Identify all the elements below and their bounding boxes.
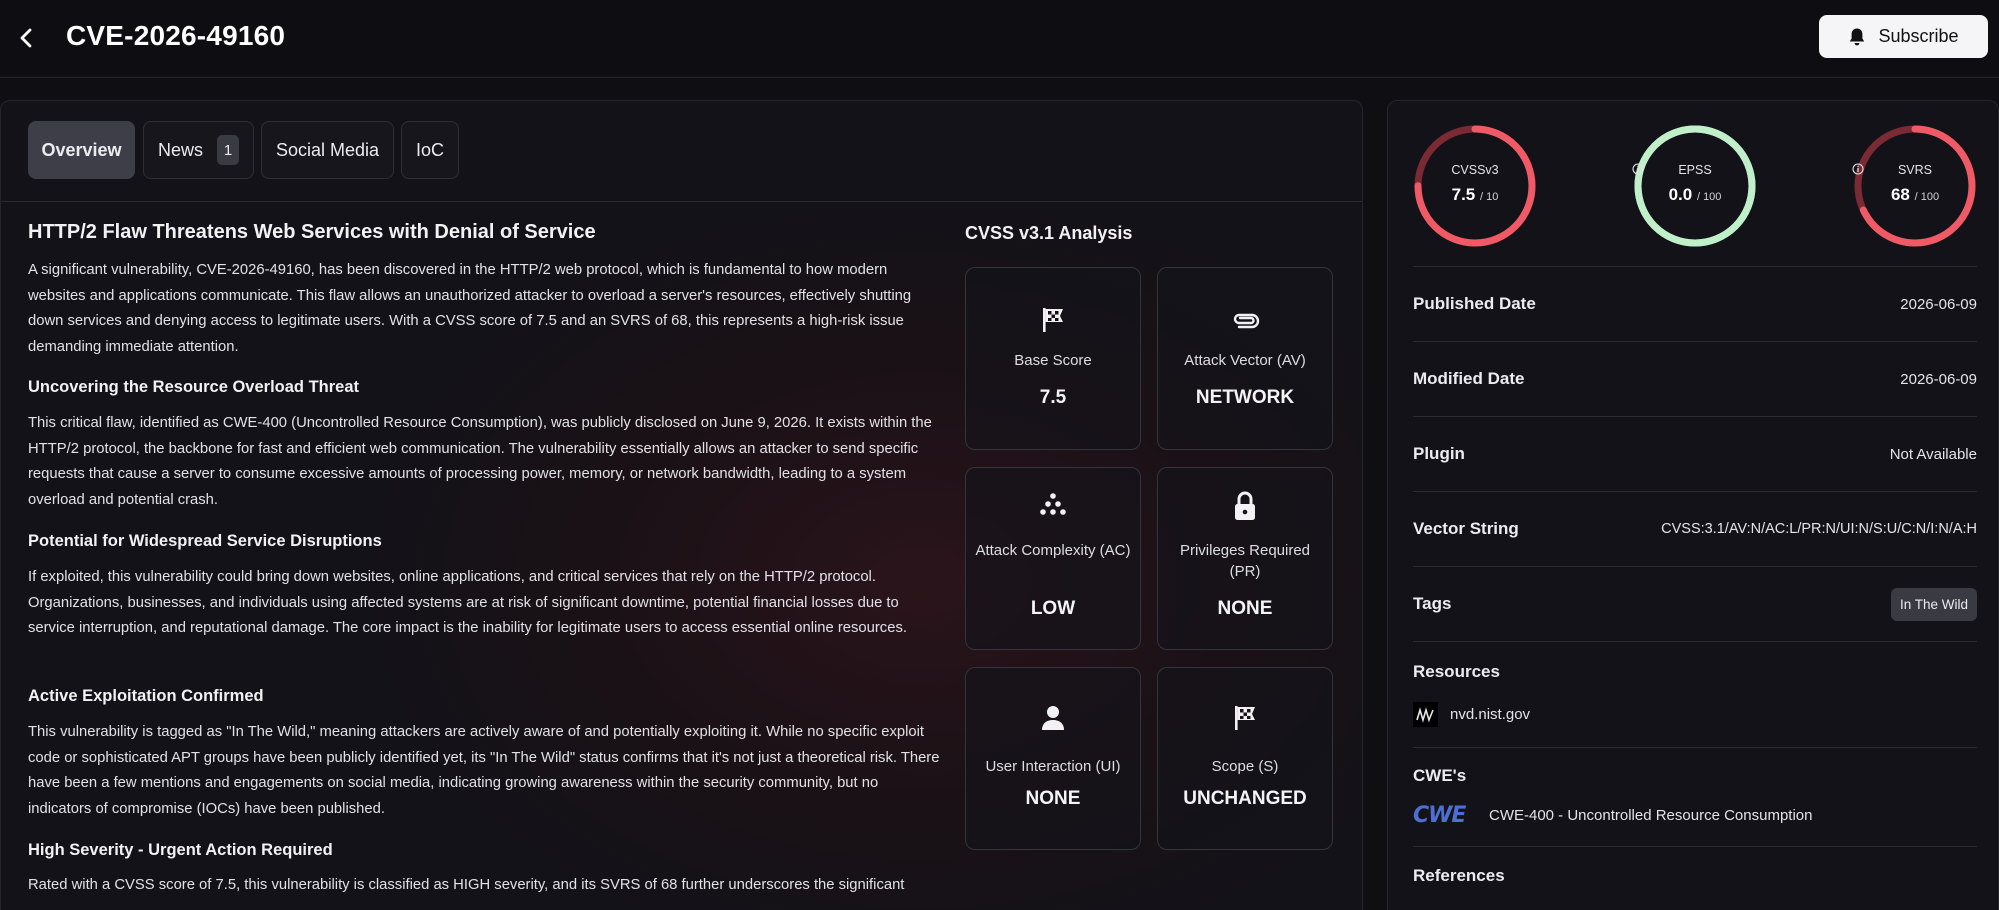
- details-panel: CVSSv3 7.5 / 10 EPSS 0.0 / 100 SVRS 68 /…: [1387, 100, 1999, 910]
- chevron-left-icon[interactable]: [16, 26, 38, 50]
- divider: [1413, 747, 1977, 748]
- modified-date-label: Modified Date: [1413, 369, 1525, 388]
- section-body: This critical flaw, identified as CWE-40…: [28, 415, 932, 508]
- metric-label: Scope (S): [1211, 758, 1279, 775]
- tab-social-media[interactable]: Social Media: [261, 121, 394, 179]
- metric-value: LOW: [1030, 598, 1076, 619]
- tab-news[interactable]: News 1: [143, 121, 254, 179]
- subscribe-label: Subscribe: [1878, 26, 1959, 46]
- info-icon[interactable]: [1852, 163, 1864, 175]
- checkered-flag-icon: [1043, 308, 1063, 332]
- metric-label: Privileges Required (PR): [1179, 542, 1311, 580]
- gauge-max: / 10: [1480, 191, 1499, 203]
- gauge-name: EPSS: [1678, 163, 1712, 177]
- gauge-value: 7.5: [1451, 185, 1476, 204]
- section-body: If exploited, this vulnerability could b…: [28, 569, 907, 636]
- modified-date-row: Modified Date 2026-06-09: [1413, 341, 1977, 416]
- section-body: This vulnerability is tagged as "In The …: [28, 724, 940, 817]
- section-heading: High Severity - Urgent Action Required: [28, 841, 333, 859]
- gauge-value: 68: [1890, 185, 1910, 204]
- metric-attack-vector: Attack Vector (AV) NETWORK: [1157, 267, 1333, 450]
- cvss-analysis-title: CVSS v3.1 Analysis: [965, 223, 1133, 243]
- dots-triangle-icon: [1040, 493, 1066, 515]
- metric-base-score: Base Score 7.5: [965, 267, 1141, 450]
- bell-icon: [1850, 28, 1865, 45]
- cwe-item[interactable]: CWE CWE-400 - Uncontrolled Resource Cons…: [1413, 803, 1812, 828]
- divider: [1413, 846, 1977, 847]
- info-icon[interactable]: [1632, 163, 1644, 175]
- tags-row: Tags In The Wild: [1413, 566, 1977, 641]
- section-heading: Potential for Widespread Service Disrupt…: [28, 532, 382, 550]
- epss-score-gauge: EPSS 0.0 / 100: [1632, 123, 1758, 249]
- published-date-row: Published Date 2026-06-09: [1413, 266, 1977, 341]
- tab-overview[interactable]: Overview: [28, 121, 135, 179]
- resources-label: Resources: [1413, 662, 1500, 681]
- metric-value: 7.5: [1039, 387, 1067, 408]
- divider: [1413, 641, 1977, 642]
- cwe-logo: CWE: [1413, 803, 1466, 828]
- section-heading: Active Exploitation Confirmed: [28, 687, 264, 705]
- gauge-name: CVSSv3: [1451, 163, 1499, 177]
- article-title: HTTP/2 Flaw Threatens Web Services with …: [28, 221, 596, 243]
- cwes-label: CWE's: [1413, 766, 1467, 785]
- vector-string-row: Vector String CVSS:3.1/AV:N/AC:L/PR:N/UI…: [1413, 491, 1977, 566]
- paperclip-icon: [1233, 313, 1260, 329]
- plugin-value: Not Available: [1889, 445, 1977, 463]
- resource-text: nvd.nist.gov: [1450, 706, 1531, 723]
- lock-icon: [1235, 491, 1255, 520]
- gauge-max: / 100: [1696, 191, 1722, 203]
- tab-label: IoC: [415, 139, 444, 160]
- published-date-label: Published Date: [1413, 294, 1536, 313]
- resource-link[interactable]: nvd.nist.gov: [1413, 702, 1530, 727]
- tab-label: Overview: [41, 139, 122, 160]
- metric-label: User Interaction (UI): [985, 758, 1121, 775]
- metric-value: NONE: [1025, 788, 1081, 809]
- section-body: Rated with a CVSS score of 7.5, this vul…: [28, 877, 905, 893]
- gauge-max: / 100: [1914, 191, 1940, 203]
- page-title: CVE-2026-49160: [66, 20, 286, 51]
- news-count-badge: 1: [217, 135, 239, 165]
- tab-label: News: [157, 139, 203, 160]
- published-date-value: 2026-06-09: [1900, 295, 1977, 313]
- metric-privileges-required: Privileges Required (PR) NONE: [1157, 467, 1333, 650]
- metric-label: Base Score: [1014, 352, 1092, 369]
- tab-ioc[interactable]: IoC: [401, 121, 459, 179]
- metric-scope: Scope (S) UNCHANGED: [1157, 667, 1333, 850]
- gauge-value: 0.0: [1668, 185, 1693, 204]
- subscribe-button[interactable]: Subscribe: [1819, 15, 1988, 58]
- gauge-name: SVRS: [1897, 163, 1933, 177]
- cwe-text: CWE-400 - Uncontrolled Resource Consumpt…: [1489, 807, 1813, 824]
- metric-value: NETWORK: [1195, 387, 1295, 408]
- tag-in-the-wild[interactable]: In The Wild: [1890, 587, 1977, 621]
- metric-label: Attack Vector (AV): [1184, 352, 1306, 369]
- vector-string-value: CVSS:3.1/AV:N/AC:L/PR:N/UI:N/S:U/C:N/I:N…: [1661, 521, 1977, 537]
- cvss-score-gauge: CVSSv3 7.5 / 10: [1412, 123, 1538, 249]
- plugin-label: Plugin: [1413, 444, 1465, 463]
- metric-user-interaction: User Interaction (UI) NONE: [965, 667, 1141, 850]
- tags-label: Tags: [1413, 594, 1452, 613]
- metric-value: UNCHANGED: [1183, 788, 1307, 809]
- modified-date-value: 2026-06-09: [1900, 370, 1977, 388]
- section-heading: Uncovering the Resource Overload Threat: [28, 378, 360, 396]
- top-bar: CVE-2026-49160 Subscribe: [0, 0, 1999, 78]
- references-label: References: [1413, 866, 1505, 885]
- article-intro: A significant vulnerability, CVE-2026-49…: [28, 262, 912, 355]
- svrs-score-gauge: SVRS 68 / 100: [1852, 123, 1978, 249]
- checkered-flag-icon: [1235, 706, 1255, 730]
- tab-bar: Overview News 1 Social Media IoC: [1, 101, 1362, 202]
- metric-attack-complexity: Attack Complexity (AC) LOW: [965, 467, 1141, 650]
- overview-panel: Overview News 1 Social Media IoC HTTP/2 …: [0, 100, 1363, 910]
- vector-string-label: Vector String: [1413, 519, 1519, 538]
- tab-label: Social Media: [275, 139, 380, 160]
- user-icon: [1042, 706, 1064, 730]
- metric-label: Attack Complexity (AC): [975, 542, 1131, 559]
- plugin-row: Plugin Not Available: [1413, 416, 1977, 491]
- nvd-logo-icon: [1413, 702, 1438, 727]
- metric-value: NONE: [1217, 598, 1273, 619]
